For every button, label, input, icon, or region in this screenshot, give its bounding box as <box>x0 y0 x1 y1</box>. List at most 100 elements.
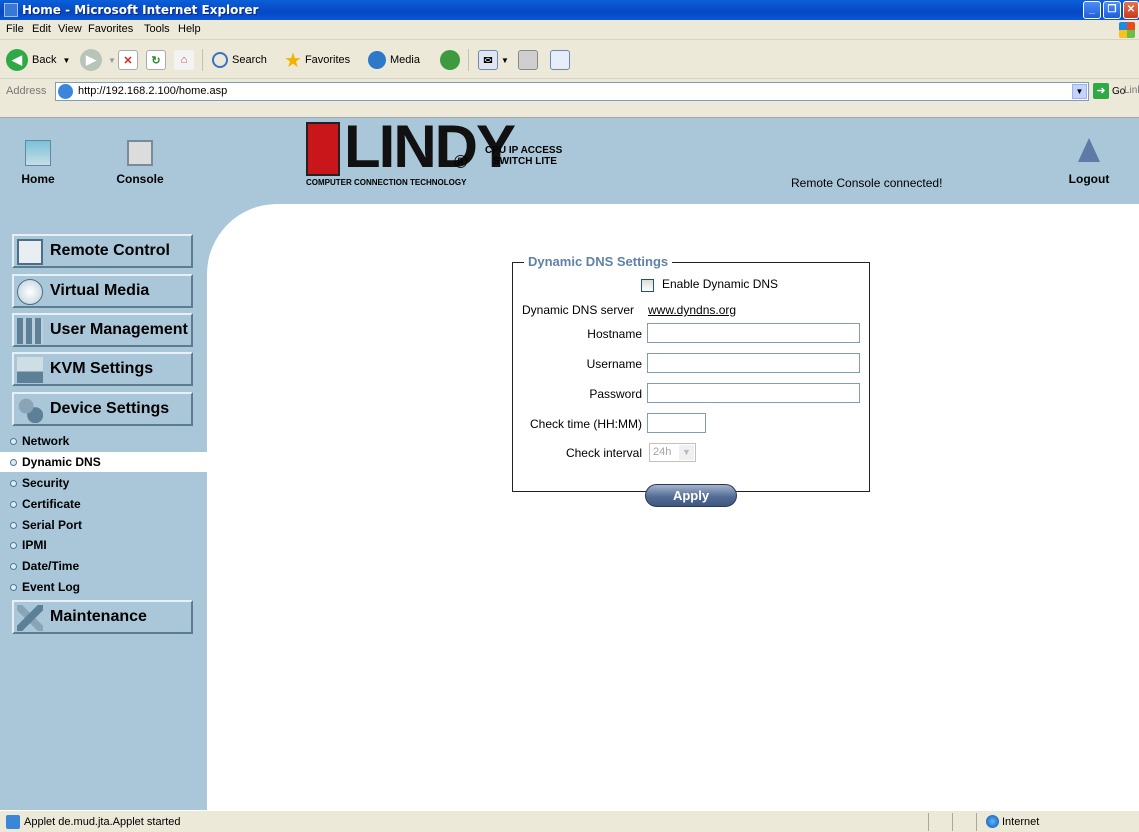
window-title: Home - Microsoft Internet Explorer <box>22 3 259 17</box>
stop-icon: ✕ <box>118 50 138 70</box>
mail-button[interactable]: ✉ ▼ <box>478 48 509 72</box>
menu-help[interactable]: Help <box>178 23 201 35</box>
check-time-input[interactable] <box>647 413 706 433</box>
username-input[interactable] <box>647 353 860 373</box>
bullet-icon <box>10 522 17 529</box>
keyboard-icon <box>17 357 43 383</box>
check-time-label: Check time (HH:MM) <box>529 417 642 431</box>
home-button[interactable]: ⌂ <box>174 48 194 72</box>
nav-remote-control[interactable]: Remote Control <box>12 234 193 268</box>
history-button[interactable] <box>440 48 460 72</box>
mail-icon: ✉ <box>478 50 498 70</box>
menu-edit[interactable]: Edit <box>32 23 51 35</box>
forward-arrow-icon: ▶ <box>80 49 102 71</box>
console-nav[interactable]: Console <box>110 140 170 186</box>
address-label: Address <box>6 85 47 97</box>
header-band <box>0 118 1139 204</box>
media-icon <box>368 51 386 69</box>
nav-device-settings[interactable]: Device Settings <box>12 392 193 426</box>
console-nav-label: Console <box>116 172 164 186</box>
maximize-button[interactable]: ❐ <box>1103 1 1121 19</box>
sub-serial-port[interactable]: Serial Port <box>0 515 207 535</box>
menu-view[interactable]: View <box>58 23 82 35</box>
refresh-button[interactable]: ↻ <box>146 48 166 72</box>
nav-kvm-settings[interactable]: KVM Settings <box>12 352 193 386</box>
favorites-button[interactable]: ★ Favorites <box>284 48 350 72</box>
gears-icon <box>17 397 43 423</box>
print-button[interactable] <box>518 48 538 72</box>
bullet-icon <box>10 584 17 591</box>
star-icon: ★ <box>284 49 302 72</box>
sub-dynamic-dns-label: Dynamic DNS <box>22 455 101 469</box>
address-input[interactable]: http://192.168.2.100/home.asp ▼ <box>55 82 1089 101</box>
sub-dynamic-dns[interactable]: Dynamic DNS <box>0 452 207 472</box>
check-interval-value: 24h <box>653 446 672 458</box>
product-line-1: CPU IP ACCESS <box>485 145 563 156</box>
password-label: Password <box>589 387 642 401</box>
stop-button[interactable]: ✕ <box>118 48 138 72</box>
sub-certificate[interactable]: Certificate <box>0 494 207 514</box>
apply-button[interactable]: Apply <box>645 484 737 507</box>
links-label[interactable]: Links <box>1124 85 1139 96</box>
page-icon <box>58 84 73 99</box>
bullet-icon <box>10 480 17 487</box>
sub-date-time[interactable]: Date/Time <box>0 556 207 576</box>
check-interval-select[interactable]: 24h ▼ <box>649 443 696 462</box>
nav-user-management[interactable]: User Management <box>12 313 193 347</box>
refresh-icon: ↻ <box>146 50 166 70</box>
logo-registered: ® <box>454 152 468 172</box>
bullet-icon <box>10 501 17 508</box>
forward-button[interactable]: ▶ ▼ <box>80 48 116 72</box>
sub-network[interactable]: Network <box>0 431 207 451</box>
logo-tagline: COMPUTER CONNECTION TECHNOLOGY <box>306 178 467 187</box>
nav-device-settings-label: Device Settings <box>50 400 170 417</box>
dns-server-link[interactable]: www.dyndns.org <box>648 303 736 317</box>
search-button[interactable]: Search <box>212 48 267 72</box>
address-bar: Address http://192.168.2.100/home.asp ▼ … <box>0 80 1139 118</box>
nav-virtual-media[interactable]: Virtual Media <box>12 274 193 308</box>
dns-settings-legend: Dynamic DNS Settings <box>524 254 673 269</box>
minimize-button[interactable]: _ <box>1083 1 1101 19</box>
sub-ipmi[interactable]: IPMI <box>0 535 207 555</box>
check-interval-label: Check interval <box>565 446 642 460</box>
home-icon <box>25 140 51 166</box>
edit-button[interactable] <box>550 48 570 72</box>
monitor-icon <box>17 239 43 265</box>
address-url: http://192.168.2.100/home.asp <box>78 85 228 97</box>
nav-maintenance[interactable]: Maintenance <box>12 600 193 634</box>
logout-nav[interactable]: Logout <box>1064 138 1114 186</box>
username-label: Username <box>586 357 642 371</box>
sub-event-log[interactable]: Event Log <box>0 577 207 597</box>
back-button[interactable]: ◀ Back ▼ <box>6 48 70 72</box>
enable-dns-checkbox[interactable] <box>641 279 654 292</box>
address-dropdown-icon[interactable]: ▼ <box>1072 84 1087 99</box>
windows-logo-icon <box>1119 22 1135 38</box>
bullet-icon <box>10 438 17 445</box>
history-icon <box>440 50 460 70</box>
go-arrow-icon: ➜ <box>1093 83 1109 99</box>
console-icon <box>127 140 153 166</box>
home-nav[interactable]: Home <box>18 140 58 186</box>
media-button[interactable]: Media <box>368 48 420 72</box>
menu-favorites[interactable]: Favorites <box>88 23 133 35</box>
menu-tools[interactable]: Tools <box>144 23 170 35</box>
go-button[interactable]: ➜ Go <box>1093 83 1125 99</box>
sub-security[interactable]: Security <box>0 473 207 493</box>
back-arrow-icon: ◀ <box>6 49 28 71</box>
search-label: Search <box>232 54 267 66</box>
hostname-label: Hostname <box>587 327 642 341</box>
password-input[interactable] <box>647 383 860 403</box>
home-nav-label: Home <box>21 172 55 186</box>
close-button[interactable]: ✕ <box>1123 1 1139 19</box>
favorites-label: Favorites <box>304 54 351 66</box>
nav-maintenance-label: Maintenance <box>50 608 147 625</box>
product-line-2: SWITCH LITE <box>493 156 557 167</box>
hostname-input[interactable] <box>647 323 860 343</box>
eject-icon <box>1078 138 1100 162</box>
search-icon <box>212 52 228 68</box>
nav-kvm-settings-label: KVM Settings <box>50 360 154 377</box>
menu-file[interactable]: File <box>6 23 24 35</box>
sub-network-label: Network <box>22 434 70 448</box>
page-status-icon <box>6 815 20 829</box>
disc-icon <box>17 279 43 305</box>
